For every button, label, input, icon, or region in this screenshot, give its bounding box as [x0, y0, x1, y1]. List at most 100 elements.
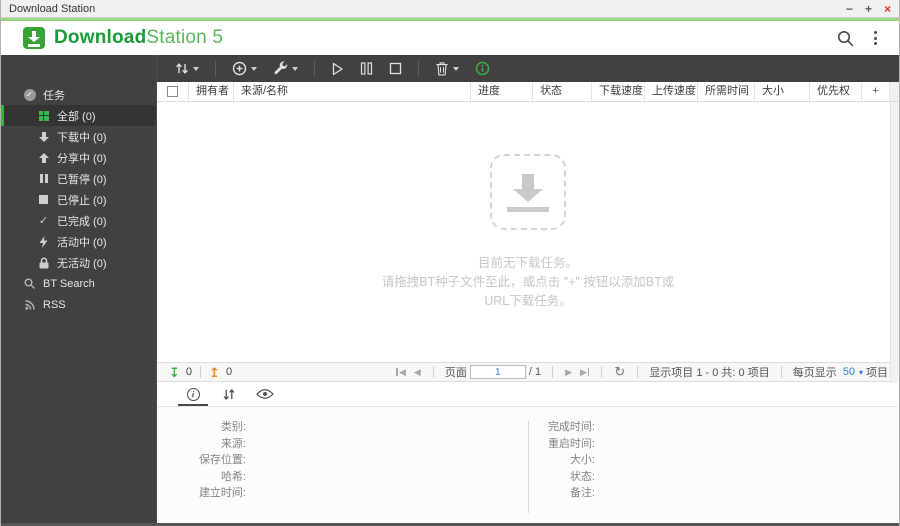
prev-page-button[interactable]: ◀	[410, 367, 425, 378]
scrollbar-gutter	[890, 82, 899, 101]
column-size[interactable]: 大小	[755, 82, 810, 101]
main-panel: 拥有者 来源/名称 进度 状态 下载速度 上传速度 所需时间 大小 优先权 + …	[157, 55, 899, 523]
sidebar-item-paused[interactable]: 已暂停 (0)	[1, 168, 156, 189]
add-task-button[interactable]	[226, 58, 263, 79]
tab-transfer[interactable]	[213, 382, 245, 406]
settings-wrench-button[interactable]	[267, 58, 304, 79]
window-controls: − + ×	[846, 3, 891, 15]
sort-dropdown-caret	[193, 66, 199, 71]
settings-dropdown-caret	[292, 66, 298, 71]
detail-right-column: 完成时间: 重启时间: 大小: 状态: 备注:	[529, 419, 899, 523]
lock-icon	[37, 256, 50, 269]
sidebar-item-downloading[interactable]: 下载中 (0)	[1, 126, 156, 147]
sidebar-item-bt-search[interactable]: BT Search	[1, 273, 156, 294]
delete-dropdown-caret	[453, 66, 459, 71]
pagination-controls: ◀ ◀ 页面 / 1 ▶ ▶ ↻ 显示项目 1 - 0 共: 0 项目 每页显示…	[392, 364, 891, 380]
tab-content[interactable]	[249, 382, 281, 406]
upload-count: 0	[225, 366, 233, 378]
search-icon[interactable]	[837, 30, 854, 47]
column-owner[interactable]: 拥有者	[189, 82, 234, 101]
check-icon: ✓	[38, 215, 49, 227]
column-status[interactable]: 状态	[533, 82, 592, 101]
pagination-bar: ↧ 0 ↥ 0 ◀ ◀ 页面 / 1 ▶ ▶ ↻	[157, 362, 899, 382]
detail-field-size: 大小:	[569, 454, 595, 466]
tasks-check-circle-icon: ✓	[23, 88, 36, 101]
sidebar: ✓ 任务 全部 (0) 下载中 (0) 分享中 (0) 已暂停 (0) 已停止 …	[1, 55, 157, 523]
sidebar-item-stopped[interactable]: 已停止 (0)	[1, 189, 156, 210]
detail-field-save-location: 保存位置:	[198, 454, 246, 466]
items-info: 显示项目 1 - 0 共: 0 项目	[649, 367, 770, 379]
per-page-select[interactable]: 50	[843, 366, 855, 378]
column-download-speed[interactable]: 下载速度	[592, 82, 645, 101]
vertical-scrollbar-track[interactable]	[890, 102, 899, 383]
sidebar-item-inactive[interactable]: 无活动 (0)	[1, 252, 156, 273]
column-upload-speed[interactable]: 上传速度	[645, 82, 698, 101]
drop-download-icon	[490, 153, 566, 230]
eye-icon	[256, 389, 274, 399]
pause-icon	[37, 174, 50, 183]
column-time-needed[interactable]: 所需时间	[698, 82, 755, 101]
info-button[interactable]	[469, 58, 496, 79]
detail-field-category: 类别:	[220, 421, 246, 433]
select-all-cell	[157, 82, 189, 101]
sidebar-item-completed[interactable]: ✓ 已完成 (0)	[1, 210, 156, 231]
window-titlebar: Download Station − + ×	[1, 0, 899, 18]
toolbar-separator	[215, 60, 216, 77]
task-table-header: 拥有者 来源/名称 进度 状态 下载速度 上传速度 所需时间 大小 优先权 +	[157, 82, 899, 102]
delete-trash-button[interactable]	[429, 58, 465, 79]
sidebar-item-active[interactable]: 活动中 (0)	[1, 231, 156, 252]
toolbar-separator	[418, 60, 419, 77]
sidebar-section-tasks: ✓ 任务	[1, 84, 156, 105]
detail-field-hash: 哈希:	[220, 470, 246, 483]
close-button[interactable]: ×	[884, 3, 891, 15]
refresh-icon[interactable]: ↻	[610, 364, 629, 380]
add-column-button[interactable]: +	[862, 82, 890, 101]
last-page-button[interactable]: ▶	[576, 367, 593, 378]
pause-button[interactable]	[354, 59, 379, 78]
detail-left-column: 类别: 来源: 保存位置: 哈希: 建立时间:	[157, 419, 528, 523]
transfer-arrows-icon	[223, 388, 235, 400]
page-label: 页面	[444, 367, 467, 379]
sidebar-item-rss[interactable]: RSS	[1, 294, 156, 315]
per-page-dropdown-caret: ▾	[858, 367, 863, 377]
stop-button[interactable]	[383, 59, 408, 78]
info-tab-icon: i	[186, 387, 200, 401]
upload-count-icon: ↥	[209, 364, 220, 380]
first-page-button[interactable]: ◀	[392, 367, 409, 378]
add-dropdown-caret	[251, 66, 257, 71]
column-source-name[interactable]: 来源/名称	[234, 82, 471, 101]
down-arrow-icon	[37, 131, 50, 142]
detail-panel: 类别: 来源: 保存位置: 哈希: 建立时间: 完成时间: 重启时间: 大小: …	[157, 407, 899, 523]
detail-field-restart-time: 重启时间:	[547, 437, 595, 450]
sidebar-item-seeding[interactable]: 分享中 (0)	[1, 147, 156, 168]
task-list-drop-zone[interactable]: 目前无下载任务。 请拖拽BT种子文件至此，或点击 "+" 按钮以添加BT或 UR…	[157, 102, 899, 362]
maximize-button[interactable]: +	[865, 3, 872, 15]
detail-field-note: 备注:	[569, 487, 595, 499]
more-menu-icon[interactable]	[872, 29, 879, 47]
per-page-label: 每页显示	[792, 367, 837, 379]
resume-button[interactable]	[325, 59, 350, 79]
select-all-checkbox[interactable]	[167, 86, 178, 97]
app-header: DownloadStation 5	[1, 21, 899, 55]
detail-field-created-time: 建立时间:	[198, 487, 246, 499]
column-progress[interactable]: 进度	[471, 82, 533, 101]
page-number-input[interactable]	[469, 365, 526, 379]
grid-icon	[37, 110, 50, 121]
toolbar-separator	[314, 60, 315, 77]
empty-state-message: 目前无下载任务。 请拖拽BT种子文件至此，或点击 "+" 按钮以添加BT或 UR…	[381, 255, 675, 308]
sort-button[interactable]	[169, 59, 205, 78]
download-station-logo-icon	[23, 27, 45, 49]
header-actions	[837, 29, 885, 47]
tab-info[interactable]: i	[177, 382, 209, 406]
download-count-icon: ↧	[169, 364, 180, 380]
download-station-window: Download Station − + × DownloadStation 5	[0, 0, 900, 526]
rss-icon	[23, 299, 36, 310]
next-page-button[interactable]: ▶	[561, 367, 576, 378]
sidebar-item-all[interactable]: 全部 (0)	[1, 105, 156, 126]
detail-tabs: i	[157, 382, 899, 407]
minimize-button[interactable]: −	[846, 3, 853, 15]
stop-icon	[37, 195, 50, 204]
lightning-icon	[37, 235, 50, 248]
toolbar	[157, 55, 899, 82]
column-priority[interactable]: 优先权	[810, 82, 862, 101]
